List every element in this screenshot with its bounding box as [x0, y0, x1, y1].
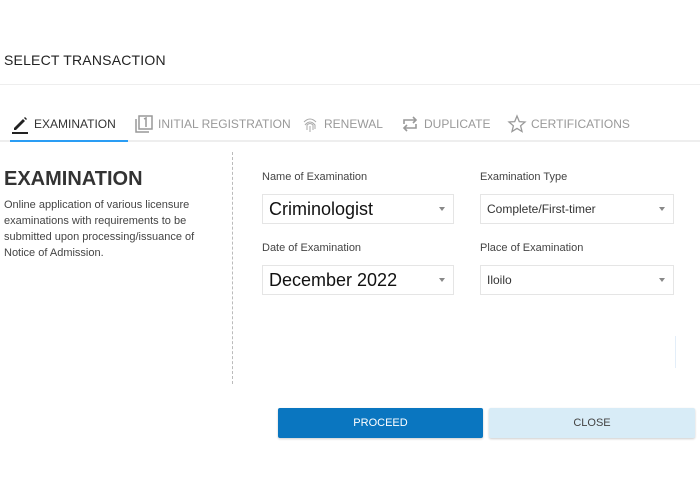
- caret-down-icon: [659, 207, 665, 211]
- caret-down-icon: [659, 278, 665, 282]
- place-of-examination-label: Place of Examination: [480, 242, 584, 254]
- panel-heading: EXAMINATION: [4, 168, 143, 190]
- title-divider: [0, 84, 700, 85]
- tab-label: EXAMINATION: [34, 117, 116, 131]
- panel-description: Online application of various licensure …: [4, 199, 195, 259]
- scrollbar[interactable]: [675, 336, 676, 368]
- place-of-examination-select[interactable]: Iloilo: [480, 265, 674, 295]
- name-of-examination-select[interactable]: Criminologist: [262, 194, 454, 224]
- tab-label: DUPLICATE: [424, 117, 491, 131]
- pencil-icon: [10, 114, 30, 134]
- proceed-button[interactable]: PROCEED: [278, 408, 483, 438]
- date-of-examination-select[interactable]: December 2022: [262, 265, 454, 295]
- tab-renewal[interactable]: RENEWAL: [300, 108, 383, 140]
- date-of-examination-label: Date of Examination: [262, 242, 362, 254]
- caret-down-icon: [439, 278, 445, 282]
- vertical-divider: [232, 152, 233, 384]
- dialog-title: SELECT TRANSACTION: [4, 52, 166, 68]
- tab-duplicate[interactable]: DUPLICATE: [400, 108, 490, 140]
- repeat-icon: [400, 114, 420, 134]
- star-outline-icon: [507, 114, 527, 134]
- tab-label: CERTIFICATIONS: [531, 117, 630, 131]
- tab-label: INITIAL REGISTRATION: [158, 117, 291, 131]
- selected-value: Criminologist: [269, 198, 374, 219]
- tab-label: RENEWAL: [324, 117, 383, 131]
- tab-examination[interactable]: EXAMINATION: [10, 108, 128, 142]
- examination-type-select[interactable]: Complete/First-timer: [480, 194, 674, 224]
- selected-value: Iloilo: [487, 273, 512, 287]
- examination-type-label: Examination Type: [480, 171, 568, 183]
- tab-certifications[interactable]: CERTIFICATIONS: [507, 108, 630, 140]
- tab-initial-registration[interactable]: INITIAL REGISTRATION: [134, 108, 291, 140]
- selected-value: Complete/First-timer: [487, 202, 596, 216]
- filter-1-icon: [134, 114, 154, 134]
- name-of-examination-label: Name of Examination: [262, 171, 368, 183]
- fingerprint-icon: [300, 114, 320, 134]
- transaction-tabs: EXAMINATION INITIAL REGISTRATION RENEWAL…: [0, 108, 700, 142]
- selected-value: December 2022: [269, 269, 398, 290]
- transaction-description: EXAMINATION Online application of variou…: [4, 168, 219, 261]
- caret-down-icon: [439, 207, 445, 211]
- close-button[interactable]: CLOSE: [489, 408, 695, 438]
